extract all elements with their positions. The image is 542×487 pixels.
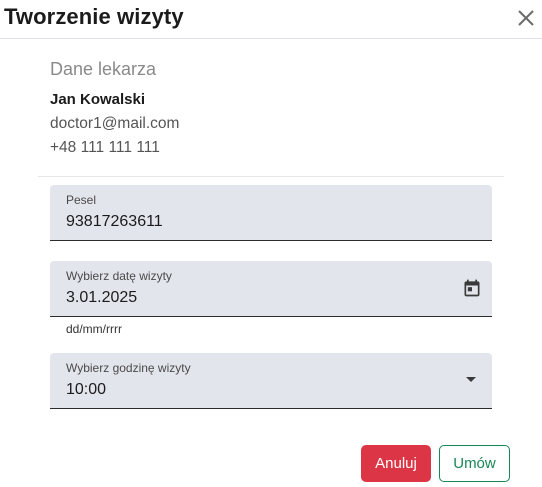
dialog-header: Tworzenie wizyty [0, 0, 542, 39]
close-icon [518, 10, 534, 26]
visit-date-value[interactable]: 3.01.2025 [66, 287, 137, 309]
pesel-field[interactable]: Pesel 93817263611 [50, 185, 492, 241]
doctor-section-title: Dane lekarza [50, 59, 157, 79]
date-format-hint: dd/mm/rrrr [66, 322, 122, 336]
visit-date-label: Wybierz datę wizyty [66, 269, 172, 283]
doctor-name: Jan Kowalski [50, 91, 146, 108]
visit-time-value[interactable]: 10:00 [66, 379, 106, 401]
cancel-button[interactable]: Anuluj [361, 445, 431, 482]
pesel-value[interactable]: 93817263611 [66, 211, 163, 233]
visit-date-field[interactable]: Wybierz datę wizyty 3.01.2025 [50, 261, 492, 317]
divider [38, 176, 504, 177]
doctor-phone: +48 111 111 111 [50, 139, 160, 156]
dropdown-caret-icon[interactable] [466, 377, 476, 382]
pesel-label: Pesel [66, 193, 97, 207]
close-button[interactable] [512, 4, 540, 32]
dialog-title: Tworzenie wizyty [4, 4, 184, 29]
calendar-icon[interactable] [462, 278, 482, 298]
create-visit-dialog: Tworzenie wizyty Dane lekarza Jan Kowals… [0, 0, 542, 487]
visit-time-select[interactable]: Wybierz godzinę wizyty 10:00 [50, 353, 492, 409]
visit-time-label: Wybierz godzinę wizyty [66, 361, 191, 375]
doctor-email: doctor1@mail.com [50, 115, 180, 132]
submit-button[interactable]: Umów [439, 445, 510, 482]
